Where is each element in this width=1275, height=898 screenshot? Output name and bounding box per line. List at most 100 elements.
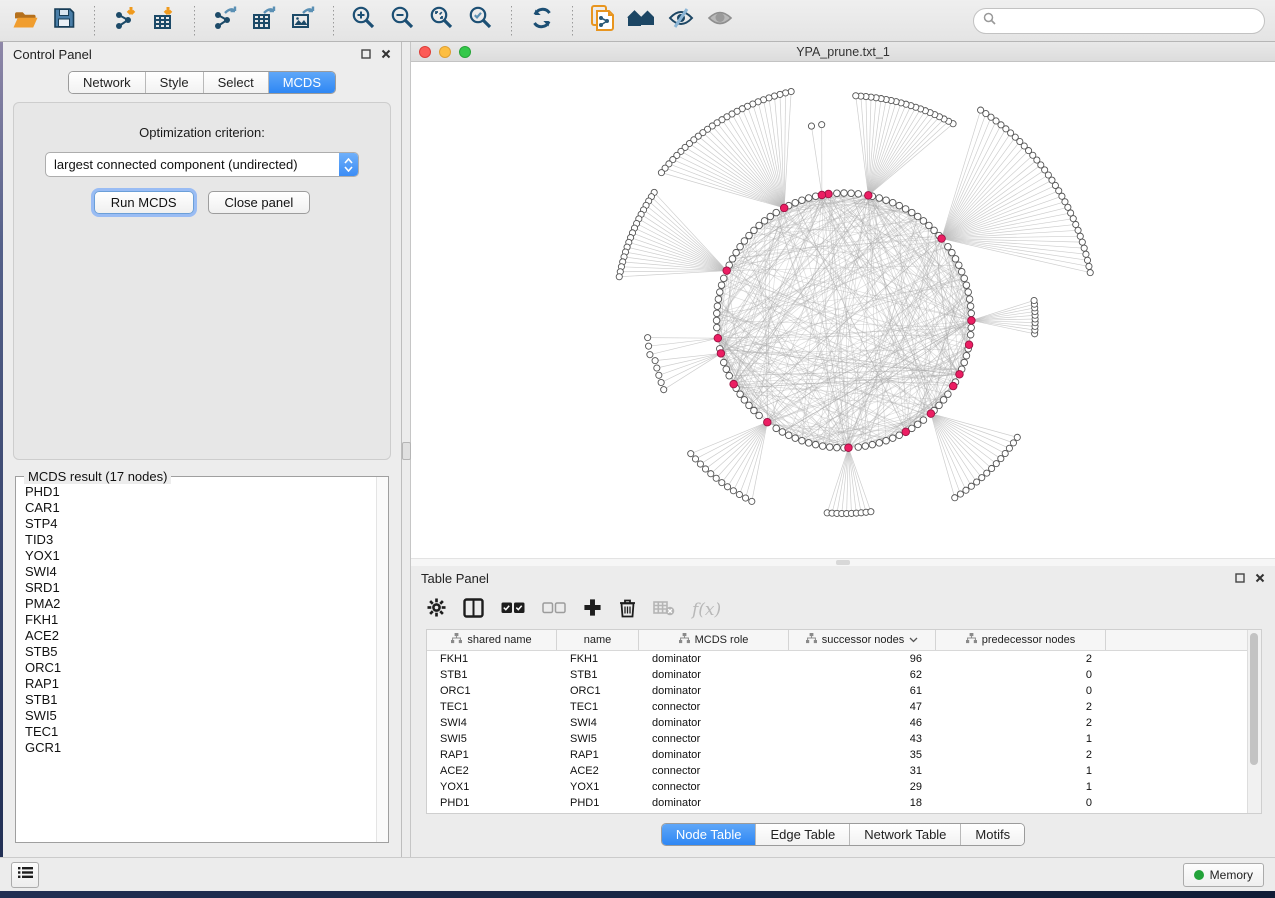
- mcds-result-item[interactable]: PMA2: [25, 596, 376, 612]
- mcds-list-scrollbar[interactable]: [376, 477, 388, 842]
- delete-table-button[interactable]: [653, 600, 675, 621]
- table-row[interactable]: STB1STB1dominator620: [427, 667, 1247, 683]
- import-table-button[interactable]: [149, 6, 179, 36]
- mcds-result-item[interactable]: SRD1: [25, 580, 376, 596]
- mcds-result-item[interactable]: STB5: [25, 644, 376, 660]
- splitter-handle[interactable]: [836, 560, 850, 565]
- network-graph[interactable]: [411, 62, 1275, 558]
- cell-name: FKH1: [557, 653, 639, 665]
- add-button[interactable]: [583, 598, 602, 622]
- column-header-mcds-role[interactable]: MCDS role: [639, 630, 789, 650]
- cell-shared-name: ACE2: [427, 765, 557, 777]
- export-network-button[interactable]: [210, 6, 240, 36]
- cell-predecessor-nodes: 2: [936, 653, 1106, 665]
- zoom-selected-button[interactable]: [466, 6, 496, 36]
- task-history-button[interactable]: [11, 862, 39, 888]
- table-row[interactable]: RAP1RAP1dominator352: [427, 747, 1247, 763]
- table-row[interactable]: SWI5SWI5connector431: [427, 731, 1247, 747]
- zoom-in-button[interactable]: [349, 6, 379, 36]
- mcds-result-item[interactable]: STP4: [25, 516, 376, 532]
- main-toolbar: [0, 0, 1275, 42]
- splitter-handle[interactable]: [402, 442, 411, 460]
- control-panel-tabs: NetworkStyleSelectMCDS: [68, 71, 336, 94]
- float-panel-icon[interactable]: [1235, 571, 1245, 586]
- mcds-result-item[interactable]: ACE2: [25, 628, 376, 644]
- close-panel-icon[interactable]: [1255, 571, 1265, 586]
- table-row[interactable]: ORC1ORC1dominator610: [427, 683, 1247, 699]
- table-settings-button[interactable]: [427, 598, 446, 622]
- close-panel-icon[interactable]: [381, 47, 391, 62]
- table-row[interactable]: YOX1YOX1connector291: [427, 779, 1247, 795]
- table-row[interactable]: TEC1TEC1connector472: [427, 699, 1247, 715]
- cell-successor-nodes: 18: [789, 797, 936, 809]
- mcds-result-item[interactable]: RAP1: [25, 676, 376, 692]
- mcds-result-list: PHD1CAR1STP4TID3YOX1SWI4SRD1PMA2FKH1ACE2…: [16, 477, 376, 842]
- mcds-result-item[interactable]: FKH1: [25, 612, 376, 628]
- mcds-result-item[interactable]: STB1: [25, 692, 376, 708]
- table-scrollbar[interactable]: [1247, 630, 1261, 813]
- sort-chevron-icon[interactable]: [909, 634, 918, 646]
- main-content: Control Panel NetworkStyleSelectMCDS Opt…: [0, 42, 1275, 857]
- function-builder-button[interactable]: f(x): [692, 600, 721, 620]
- optimization-criterion-select[interactable]: largest connected component (undirected): [45, 152, 359, 177]
- memory-button[interactable]: Memory: [1183, 863, 1264, 887]
- first-neighbors-button[interactable]: [627, 6, 657, 36]
- export-table-button[interactable]: [249, 6, 279, 36]
- mcds-result-item[interactable]: YOX1: [25, 548, 376, 564]
- mcds-result-item[interactable]: SWI4: [25, 564, 376, 580]
- column-header-name[interactable]: name: [557, 630, 639, 650]
- tab-node-table[interactable]: Node Table: [662, 824, 757, 845]
- deselect-all-icon: [542, 601, 566, 619]
- table-row[interactable]: SWI4SWI4dominator462: [427, 715, 1247, 731]
- import-network-button[interactable]: [110, 6, 140, 36]
- mcds-result-item[interactable]: CAR1: [25, 500, 376, 516]
- tab-network[interactable]: Network: [69, 72, 146, 93]
- show-columns-button[interactable]: [463, 598, 484, 623]
- export-network-file-button[interactable]: [588, 6, 618, 36]
- mcds-result-item[interactable]: TID3: [25, 532, 376, 548]
- search-input[interactable]: [973, 8, 1265, 34]
- scrollbar-thumb[interactable]: [1250, 633, 1258, 765]
- vertical-splitter[interactable]: [402, 42, 411, 857]
- cell-successor-nodes: 46: [789, 717, 936, 729]
- cell-name: TEC1: [557, 701, 639, 713]
- show-all-button[interactable]: [705, 6, 735, 36]
- zoom-out-button[interactable]: [388, 6, 418, 36]
- tab-network-table[interactable]: Network Table: [850, 824, 961, 845]
- table-row[interactable]: FKH1FKH1dominator962: [427, 651, 1247, 667]
- run-mcds-button[interactable]: Run MCDS: [94, 191, 194, 214]
- column-header-predecessor-nodes[interactable]: predecessor nodes: [936, 630, 1106, 650]
- mcds-result-item[interactable]: PHD1: [25, 484, 376, 500]
- cell-shared-name: ORC1: [427, 685, 557, 697]
- mcds-result-item[interactable]: GCR1: [25, 740, 376, 756]
- open-session-button[interactable]: [10, 6, 40, 36]
- table-panel-titlebar: Table Panel: [411, 566, 1275, 591]
- hierarchy-icon: [806, 633, 817, 647]
- right-column: YPA_prune.txt_1 Table Panel: [411, 42, 1275, 857]
- close-panel-button[interactable]: Close panel: [208, 191, 311, 214]
- table-row[interactable]: ACE2ACE2connector311: [427, 763, 1247, 779]
- export-image-button[interactable]: [288, 6, 318, 36]
- tab-select[interactable]: Select: [204, 72, 269, 93]
- cell-name: YOX1: [557, 781, 639, 793]
- deselect-all-button[interactable]: [542, 601, 566, 619]
- mcds-result-item[interactable]: ORC1: [25, 660, 376, 676]
- float-panel-icon[interactable]: [361, 47, 371, 62]
- select-all-button[interactable]: [501, 601, 525, 619]
- hide-selected-button[interactable]: [666, 6, 696, 36]
- column-header-successor-nodes[interactable]: successor nodes: [789, 630, 936, 650]
- tab-style[interactable]: Style: [146, 72, 204, 93]
- tab-mcds[interactable]: MCDS: [269, 72, 335, 93]
- mcds-result-item[interactable]: SWI5: [25, 708, 376, 724]
- mcds-result-item[interactable]: TEC1: [25, 724, 376, 740]
- table-row[interactable]: PHD1PHD1dominator180: [427, 795, 1247, 811]
- tab-motifs[interactable]: Motifs: [961, 824, 1024, 845]
- save-session-button[interactable]: [49, 6, 79, 36]
- zoom-fit-button[interactable]: [427, 6, 457, 36]
- refresh-button[interactable]: [527, 6, 557, 36]
- network-canvas[interactable]: [411, 62, 1275, 558]
- column-header-shared-name[interactable]: shared name: [427, 630, 557, 650]
- delete-button[interactable]: [619, 598, 636, 623]
- tab-edge-table[interactable]: Edge Table: [756, 824, 850, 845]
- horizontal-splitter[interactable]: [411, 558, 1275, 566]
